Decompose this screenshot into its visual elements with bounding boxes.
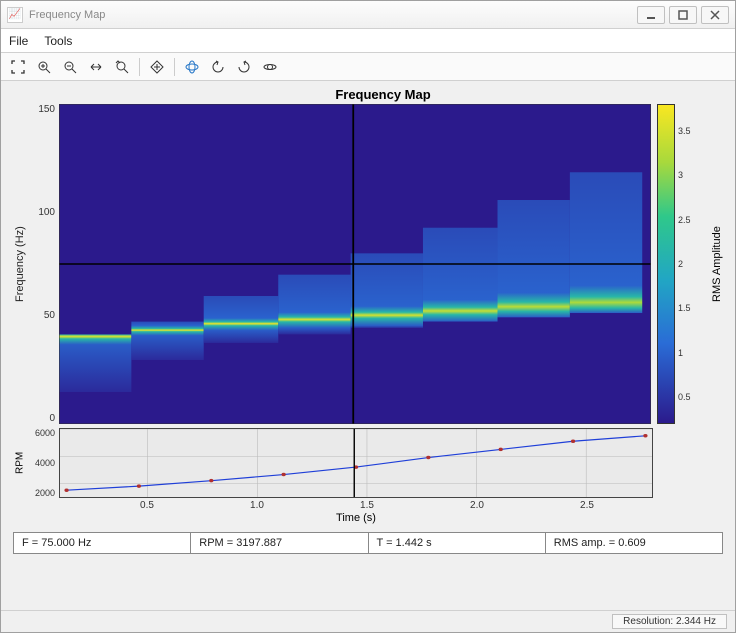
colorbar-tick: 3.5 bbox=[678, 126, 691, 136]
zoom-y-button[interactable] bbox=[111, 56, 133, 78]
rotate3d-icon bbox=[185, 60, 199, 74]
fit-view-icon bbox=[11, 60, 25, 74]
toolbar bbox=[1, 53, 735, 81]
ytick: 0 bbox=[49, 413, 55, 424]
go-back-button[interactable] bbox=[207, 56, 229, 78]
colorbar-tick: 2.5 bbox=[678, 215, 691, 225]
restore-view-button[interactable] bbox=[146, 56, 168, 78]
ylabel-frequency: Frequency (Hz) bbox=[11, 104, 29, 424]
restore-view-icon bbox=[150, 60, 164, 74]
ytick: 100 bbox=[38, 207, 55, 218]
menu-file[interactable]: File bbox=[9, 34, 28, 48]
xticks-row: 0.5 1.0 1.5 2.0 2.5 bbox=[59, 498, 725, 512]
app-window: 📈 Frequency Map File Tools Frequency Map bbox=[0, 0, 736, 633]
status-frequency: F = 75.000 Hz bbox=[14, 533, 191, 553]
link-icon bbox=[263, 60, 277, 74]
ytick: 4000 bbox=[35, 458, 55, 468]
colorbar-tick: 1.5 bbox=[678, 303, 691, 313]
footer: Resolution: 2.344 Hz bbox=[1, 610, 735, 632]
heatmap-axes[interactable] bbox=[59, 104, 651, 424]
zoom-out-button[interactable] bbox=[59, 56, 81, 78]
colorbar-tick: 3 bbox=[678, 170, 683, 180]
ylabel-rpm: RPM bbox=[11, 428, 29, 498]
ytick: 150 bbox=[38, 104, 55, 115]
toolbar-separator bbox=[174, 58, 175, 76]
heatmap-svg bbox=[59, 104, 651, 424]
toolbar-separator bbox=[139, 58, 140, 76]
colorbar-tick: 2 bbox=[678, 259, 683, 269]
menu-tools[interactable]: Tools bbox=[44, 34, 72, 48]
yticks-main: 150 100 50 0 bbox=[29, 104, 59, 424]
xlabel: Time (s) bbox=[59, 512, 725, 524]
status-rpm: RPM = 3197.887 bbox=[191, 533, 368, 553]
go-forward-button[interactable] bbox=[233, 56, 255, 78]
colorbar-tick: 0.5 bbox=[678, 392, 691, 402]
colorbar-ticks: 3.5 3 2.5 2 1.5 1 0.5 bbox=[675, 104, 695, 424]
colorbar bbox=[657, 104, 675, 424]
maximize-button[interactable] bbox=[669, 6, 697, 24]
rpm-plot-row: RPM 6000 4000 2000 bbox=[11, 428, 725, 498]
link-axes-button[interactable] bbox=[259, 56, 281, 78]
figure-area: Frequency Map Frequency (Hz) 150 100 50 … bbox=[1, 81, 735, 610]
zoom-y-icon bbox=[115, 60, 129, 74]
zoom-x-button[interactable] bbox=[85, 56, 107, 78]
fit-view-button[interactable] bbox=[7, 56, 29, 78]
colorbar-label: RMS Amplitude bbox=[709, 104, 725, 424]
colorbar-tick: 1 bbox=[678, 348, 683, 358]
matlab-icon: 📈 bbox=[7, 7, 23, 23]
rpm-svg bbox=[60, 429, 652, 497]
maximize-icon bbox=[678, 10, 688, 20]
window-title: Frequency Map bbox=[29, 9, 633, 21]
rpm-axes[interactable] bbox=[59, 428, 653, 498]
plot-title: Frequency Map bbox=[41, 87, 725, 102]
ytick: 2000 bbox=[35, 488, 55, 498]
zoom-in-icon bbox=[37, 60, 51, 74]
xtick: 2.5 bbox=[580, 500, 594, 511]
menubar: File Tools bbox=[1, 29, 735, 53]
yticks-rpm: 6000 4000 2000 bbox=[29, 428, 59, 498]
xtick: 0.5 bbox=[140, 500, 154, 511]
go-forward-icon bbox=[237, 60, 251, 74]
zoom-out-icon bbox=[63, 60, 77, 74]
status-rms: RMS amp. = 0.609 bbox=[546, 533, 722, 553]
colorbar-wrap: 3.5 3 2.5 2 1.5 1 0.5 bbox=[657, 104, 707, 424]
minimize-icon bbox=[646, 10, 656, 20]
xtick: 1.5 bbox=[360, 500, 374, 511]
minimize-button[interactable] bbox=[637, 6, 665, 24]
rotate3d-button[interactable] bbox=[181, 56, 203, 78]
ytick: 6000 bbox=[35, 428, 55, 438]
xtick: 1.0 bbox=[250, 500, 264, 511]
close-icon bbox=[710, 10, 720, 20]
zoom-x-icon bbox=[89, 60, 103, 74]
xticks: 0.5 1.0 1.5 2.0 2.5 bbox=[59, 498, 653, 512]
main-plot-row: Frequency (Hz) 150 100 50 0 bbox=[11, 104, 725, 424]
xtick: 2.0 bbox=[470, 500, 484, 511]
ytick: 50 bbox=[44, 310, 55, 321]
titlebar: 📈 Frequency Map bbox=[1, 1, 735, 29]
resolution-readout: Resolution: 2.344 Hz bbox=[612, 614, 727, 629]
close-button[interactable] bbox=[701, 6, 729, 24]
go-back-icon bbox=[211, 60, 225, 74]
status-table: F = 75.000 Hz RPM = 3197.887 T = 1.442 s… bbox=[13, 532, 723, 554]
zoom-in-button[interactable] bbox=[33, 56, 55, 78]
status-time: T = 1.442 s bbox=[369, 533, 546, 553]
